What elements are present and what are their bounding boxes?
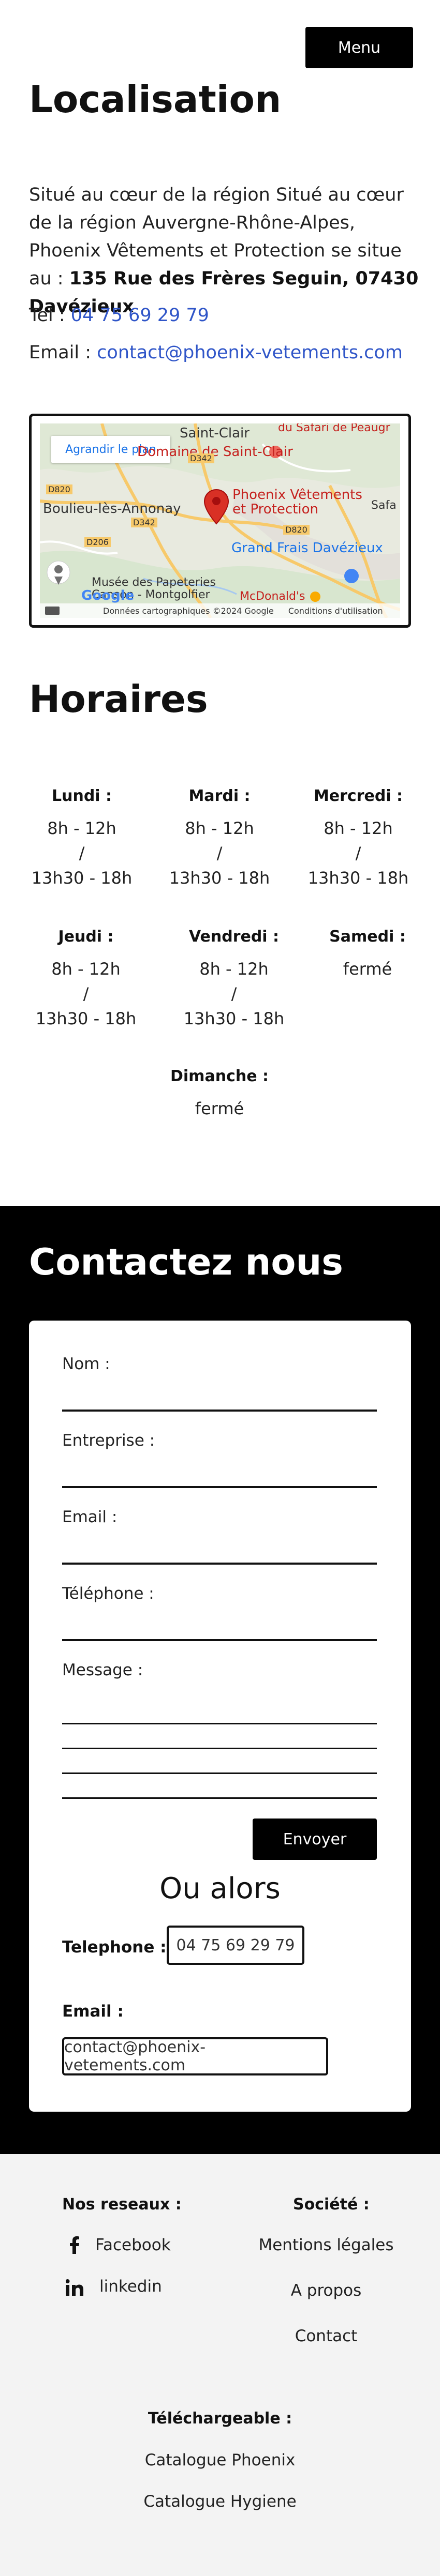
footer-link-facebook[interactable]: Facebook	[95, 2236, 171, 2254]
day-closed: fermé	[195, 1099, 244, 1118]
day-morning: 8h - 12h	[47, 819, 116, 838]
email-link[interactable]: contact@phoenix-vetements.com	[97, 342, 403, 363]
map-pin-icon[interactable]	[203, 489, 229, 525]
footer-link-catalogue-phoenix[interactable]: Catalogue Phoenix	[0, 2451, 440, 2469]
footer: Nos reseaux : Facebook linkedin Société …	[0, 2154, 440, 2576]
google-map[interactable]: Agrandir le plan Saint-Clair du Safari d…	[40, 423, 400, 618]
map-label-safa: Safa	[371, 499, 397, 512]
email-label: Email :	[29, 342, 97, 363]
day-separator: /	[355, 843, 361, 863]
day-morning: 8h - 12h	[324, 819, 393, 838]
day-separator: /	[216, 843, 223, 863]
localisation-phone: Tel : 04 75 69 29 79	[29, 305, 209, 326]
day-afternoon: 13h30 - 18h	[31, 868, 133, 888]
localisation-description: Situé au cœur de la région Situé au cœur…	[29, 181, 422, 321]
field-label-message: Message :	[62, 1661, 143, 1679]
day-lundi: Lundi : 8h - 12h / 13h30 - 18h	[14, 784, 149, 890]
keyboard-icon[interactable]	[45, 607, 60, 615]
footer-link-linkedin[interactable]: linkedin	[99, 2277, 162, 2296]
footer-company-heading: Société :	[293, 2195, 370, 2214]
field-label-entreprise: Entreprise :	[62, 1431, 155, 1450]
phone-label: Tel :	[29, 305, 71, 326]
telephone-input[interactable]	[62, 1639, 377, 1641]
footer-link-mentions[interactable]: Mentions légales	[243, 2236, 409, 2254]
map-label-boulieu: Boulieu-lès-Annonay	[43, 501, 181, 517]
message-line	[62, 1748, 377, 1749]
horaires-title: Horaires	[29, 677, 208, 721]
contact-phone-box[interactable]: 04 75 69 29 79	[167, 1926, 304, 1965]
day-separator: /	[231, 984, 237, 1004]
message-line	[62, 1723, 377, 1724]
facebook-icon[interactable]	[64, 2235, 85, 2255]
map-label-phoenix: Phoenix Vêtements et Protection	[232, 487, 362, 517]
message-line	[62, 1772, 377, 1774]
contact-form: Nom : Entreprise : Email : Téléphone : M…	[29, 1321, 411, 2112]
day-name: Mercredi :	[313, 787, 403, 805]
field-label-email: Email :	[62, 1508, 118, 1526]
footer-link-apropos[interactable]: A propos	[243, 2281, 409, 2300]
day-morning: 8h - 12h	[199, 959, 269, 979]
day-separator: /	[83, 984, 89, 1004]
day-name: Lundi :	[51, 787, 112, 805]
day-afternoon: 13h30 - 18h	[35, 1009, 137, 1028]
menu-button[interactable]: Menu	[305, 27, 413, 68]
day-vendredi: Vendredi : 8h - 12h / 13h30 - 18h	[167, 925, 301, 1031]
contact-phone-label: Telephone :	[62, 1938, 167, 1957]
day-name: Vendredi :	[188, 928, 280, 946]
field-label-telephone: Téléphone :	[62, 1584, 154, 1603]
message-line	[62, 1797, 377, 1799]
map-road-d820-b: D820	[283, 525, 310, 535]
map-label-safari: du Safari de Peaugr	[278, 423, 390, 434]
day-name: Mardi :	[188, 787, 251, 805]
map-terms-link[interactable]: Conditions d'utilisation	[288, 606, 383, 616]
map-frame: Agrandir le plan Saint-Clair du Safari d…	[29, 414, 411, 628]
nom-input[interactable]	[62, 1410, 377, 1412]
day-name: Jeudi :	[58, 928, 114, 946]
day-jeudi: Jeudi : 8h - 12h / 13h30 - 18h	[19, 925, 153, 1031]
day-afternoon: 13h30 - 18h	[307, 868, 409, 888]
day-name: Samedi :	[329, 928, 406, 946]
day-separator: /	[79, 843, 85, 863]
or-heading: Ou alors	[159, 1872, 281, 1905]
map-road-d206: D206	[84, 537, 111, 547]
map-label-grand-frais: Grand Frais Davézieux	[231, 540, 383, 556]
contact-email-box[interactable]: contact@phoenix-vetements.com	[62, 2037, 328, 2075]
day-afternoon: 13h30 - 18h	[169, 868, 270, 888]
localisation-email: Email : contact@phoenix-vetements.com	[29, 342, 403, 363]
footer-social-heading: Nos reseaux :	[62, 2195, 182, 2214]
map-road-d342-b: D342	[131, 518, 157, 527]
day-name: Dimanche :	[170, 1067, 269, 1085]
day-dimanche: Dimanche : fermé	[152, 1064, 287, 1121]
map-label-domaine: Domaine de Saint-Clair	[137, 444, 293, 460]
day-morning: 8h - 12h	[51, 959, 121, 979]
google-logo: Google	[81, 588, 135, 603]
day-afternoon: 13h30 - 18h	[183, 1009, 285, 1028]
field-label-nom: Nom :	[62, 1355, 110, 1373]
footer-download-heading: Téléchargeable :	[148, 2410, 292, 2428]
map-attribution: Données cartographiques ©2024 Google Con…	[40, 603, 400, 618]
localisation-title: Localisation	[29, 78, 282, 121]
map-road-d342-a: D342	[188, 453, 214, 463]
day-morning: 8h - 12h	[185, 819, 254, 838]
contact-email-label: Email :	[62, 2002, 124, 2021]
footer-link-contact[interactable]: Contact	[243, 2327, 409, 2345]
footer-link-catalogue-hygiene[interactable]: Catalogue Hygiene	[0, 2492, 440, 2511]
map-label-saint-clair: Saint-Clair	[180, 426, 250, 441]
linkedin-icon[interactable]	[64, 2277, 85, 2298]
day-closed: fermé	[343, 959, 392, 979]
map-data-credit: Données cartographiques ©2024 Google	[103, 605, 274, 616]
phone-link[interactable]: 04 75 69 29 79	[71, 305, 209, 326]
day-mardi: Mardi : 8h - 12h / 13h30 - 18h	[152, 784, 287, 890]
day-mercredi: Mercredi : 8h - 12h / 13h30 - 18h	[291, 784, 426, 890]
entreprise-input[interactable]	[62, 1486, 377, 1488]
email-input[interactable]	[62, 1563, 377, 1565]
day-samedi: Samedi : fermé	[300, 925, 435, 981]
send-button[interactable]: Envoyer	[253, 1819, 377, 1860]
map-road-d820-a: D820	[46, 484, 72, 494]
map-label-mcdonalds: McDonald's	[240, 590, 305, 603]
contact-title: Contactez nous	[29, 1241, 343, 1283]
